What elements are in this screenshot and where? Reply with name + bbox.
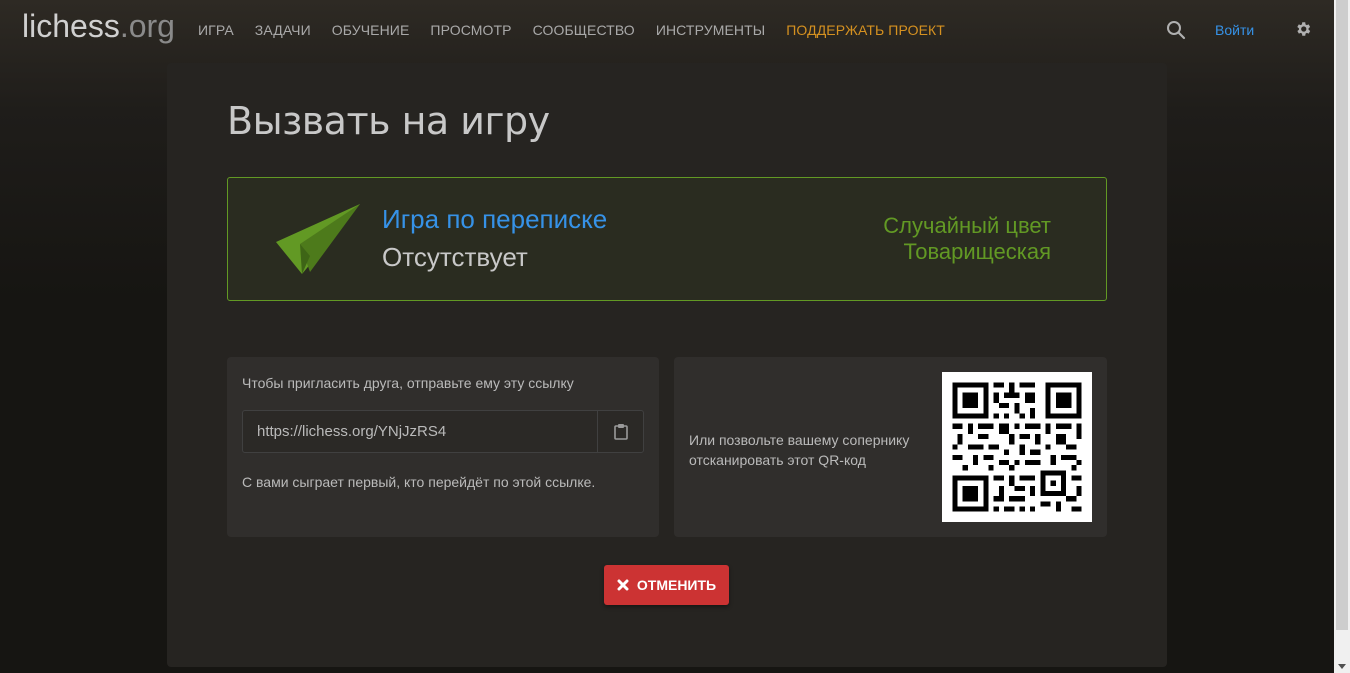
page-scrollbar[interactable]: [1334, 0, 1350, 673]
nav-tools[interactable]: Инструменты: [656, 22, 765, 38]
invite-link-group: [242, 410, 644, 453]
invite-note: С вами сыграет первый, кто перейдёт по э…: [242, 474, 596, 490]
nav-learn[interactable]: Обучение: [332, 22, 410, 38]
rated-mode: Товарищеская: [903, 239, 1051, 264]
invite-link-card: Чтобы пригласить друга, отправьте ему эт…: [227, 357, 659, 537]
color-setting: Случайный цвет: [883, 213, 1051, 238]
top-bar: lichess.org Игра Задачи Обучение Просмот…: [0, 0, 1334, 60]
scroll-down-arrow-icon[interactable]: [1338, 664, 1346, 669]
nav-donate[interactable]: Поддержать проект: [786, 22, 945, 38]
cancel-button[interactable]: Отменить: [604, 565, 729, 605]
qr-card: Или позвольте вашему сопернику отсканиро…: [674, 357, 1107, 537]
nav-puzzles[interactable]: Задачи: [255, 22, 311, 38]
clipboard-icon[interactable]: [597, 411, 643, 452]
cancel-label: Отменить: [636, 577, 717, 593]
challenge-box: Вызвать на игру Игра по переписке Отсутс…: [167, 63, 1167, 667]
invite-instruction: Чтобы пригласить друга, отправьте ему эт…: [242, 375, 574, 391]
main-nav: Игра Задачи Обучение Просмотр Сообщество…: [198, 22, 966, 38]
nav-play[interactable]: Игра: [198, 22, 234, 38]
invite-url-field[interactable]: [243, 411, 598, 452]
qr-code-image: [942, 372, 1092, 522]
nav-watch[interactable]: Просмотр: [430, 22, 511, 38]
logo[interactable]: lichess.org: [22, 8, 175, 45]
search-icon[interactable]: [1166, 20, 1186, 40]
login-button[interactable]: Войти: [1215, 22, 1254, 38]
gear-icon[interactable]: [1294, 20, 1312, 38]
paper-plane-icon: [276, 204, 362, 276]
variant-name: Игра по переписке: [382, 204, 608, 234]
qr-instruction: Или позвольте вашему сопернику отсканиро…: [689, 432, 910, 468]
time-control: Отсутствует: [382, 242, 528, 272]
game-setup-panel: Игра по переписке Отсутствует Случайный …: [227, 177, 1107, 301]
x-icon: [617, 579, 629, 591]
page-title: Вызвать на игру: [227, 99, 550, 143]
nav-community[interactable]: Сообщество: [533, 22, 635, 38]
scroll-thumb[interactable]: [1336, 0, 1348, 630]
